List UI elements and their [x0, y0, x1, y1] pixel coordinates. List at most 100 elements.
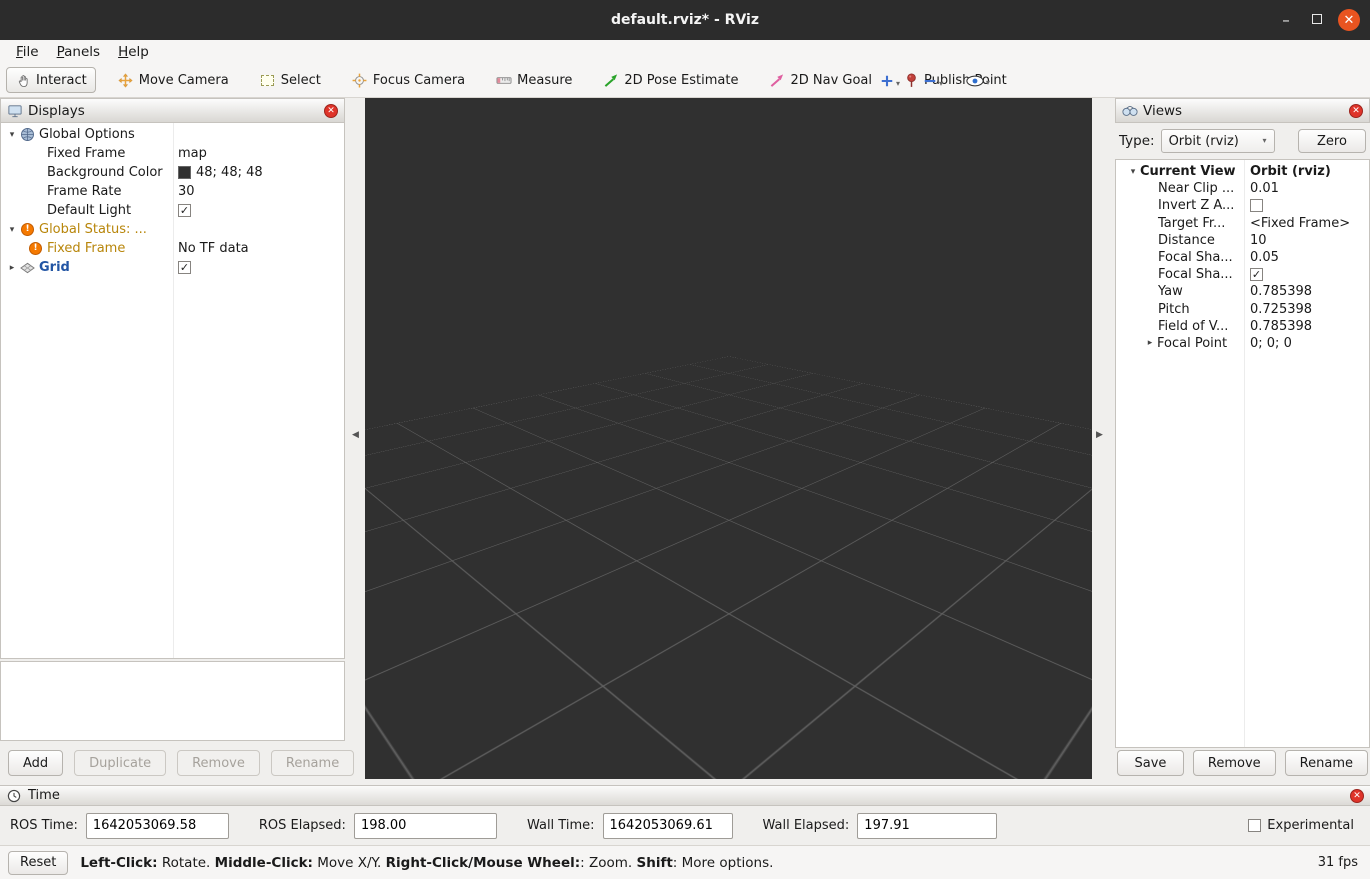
view-row-field-of-view[interactable]: Field of V... 0.785398 — [1116, 318, 1369, 335]
tree-row-grid[interactable]: ▸ Grid ✓ — [1, 258, 344, 277]
description-box — [0, 661, 345, 741]
remove-view-button[interactable]: Remove — [1193, 750, 1276, 776]
color-swatch[interactable] — [178, 166, 191, 179]
view-row-target-frame[interactable]: Target Fr... <Fixed Frame> — [1116, 215, 1369, 232]
status-bar: Reset Left-Click: Rotate. Middle-Click: … — [0, 845, 1370, 879]
tree-row-frame-rate[interactable]: Frame Rate 30 — [1, 182, 344, 201]
expander-open-icon[interactable]: ▾ — [1126, 167, 1140, 177]
tool-interact[interactable]: Interact — [6, 67, 96, 93]
view-row-current-view[interactable]: ▾Current View Orbit (rviz) — [1116, 163, 1369, 180]
nav-goal-arrow-icon — [769, 72, 785, 88]
view-label: Current View — [1140, 164, 1236, 179]
tree-row-status-fixed-frame[interactable]: ! Fixed Frame No TF data — [1, 239, 344, 258]
checkbox-checked[interactable]: ✓ — [1250, 268, 1263, 281]
splitter-collapse-left-icon[interactable]: ◀ — [352, 430, 359, 440]
displays-icon — [7, 103, 23, 119]
maximize-icon[interactable] — [1312, 13, 1322, 28]
render-view-3d[interactable] — [365, 98, 1092, 779]
checkbox-unchecked[interactable] — [1248, 819, 1261, 832]
checkbox-checked[interactable]: ✓ — [178, 204, 191, 217]
menu-help[interactable]: Help — [110, 42, 159, 62]
ros-elapsed-field: ROS Elapsed: — [259, 813, 497, 839]
close-icon[interactable]: ✕ — [1338, 9, 1360, 31]
property-value[interactable]: 48; 48; 48 — [196, 165, 263, 180]
splitter-collapse-right-icon[interactable]: ▶ — [1096, 430, 1103, 440]
tool-2d-nav-goal[interactable]: 2D Nav Goal — [760, 67, 881, 93]
view-row-focal-shape-size[interactable]: Focal Sha... 0.05 — [1116, 249, 1369, 266]
clock-icon — [6, 788, 22, 804]
tree-label: Global Status: ... — [39, 222, 147, 237]
tool-visibility-button[interactable]: ▾ — [962, 72, 994, 90]
global-options-icon — [19, 127, 36, 143]
tool-select[interactable]: Select — [251, 67, 330, 93]
experimental-toggle[interactable]: Experimental — [1248, 818, 1354, 833]
tree-row-global-options[interactable]: ▾ Global Options — [1, 125, 344, 144]
ros-elapsed-input[interactable] — [354, 813, 497, 839]
view-value[interactable]: <Fixed Frame> — [1250, 216, 1350, 231]
view-row-yaw[interactable]: Yaw 0.785398 — [1116, 283, 1369, 300]
view-value[interactable]: 0.785398 — [1250, 319, 1312, 334]
expander-closed-icon[interactable]: ▸ — [5, 263, 19, 273]
fps-counter: 31 fps — [1318, 855, 1362, 870]
view-label: Focal Sha... — [1158, 250, 1233, 265]
tree-row-fixed-frame[interactable]: Fixed Frame map — [1, 144, 344, 163]
view-value[interactable]: 0.785398 — [1250, 284, 1312, 299]
minimize-icon[interactable]: – — [1276, 11, 1296, 29]
wall-elapsed-input[interactable] — [857, 813, 997, 839]
view-row-near-clip[interactable]: Near Clip ... 0.01 — [1116, 180, 1369, 197]
time-close-icon[interactable]: ✕ — [1350, 789, 1364, 803]
tool-2d-pose-estimate-label: 2D Pose Estimate — [624, 73, 738, 88]
menu-file[interactable]: File — [8, 42, 49, 62]
view-row-focal-shape-fixed[interactable]: Focal Sha... ✓ — [1116, 266, 1369, 283]
view-value[interactable]: 0.01 — [1250, 181, 1279, 196]
ros-time-input[interactable] — [86, 813, 229, 839]
tree-row-background-color[interactable]: Background Color 48; 48; 48 — [1, 163, 344, 182]
view-row-distance[interactable]: Distance 10 — [1116, 232, 1369, 249]
property-value[interactable]: map — [178, 146, 207, 161]
experimental-label: Experimental — [1267, 818, 1354, 833]
view-value[interactable]: 0; 0; 0 — [1250, 336, 1292, 351]
remove-tool-button[interactable]: ▾ — [919, 71, 947, 91]
wall-elapsed-field: Wall Elapsed: — [763, 813, 998, 839]
window-title: default.rviz* - RViz — [0, 0, 1370, 40]
save-button[interactable]: Save — [1117, 750, 1184, 776]
displays-close-icon[interactable]: ✕ — [324, 104, 338, 118]
tree-label: Global Options — [39, 127, 135, 142]
view-value[interactable]: 0.05 — [1250, 250, 1279, 265]
property-value[interactable]: 30 — [178, 184, 195, 199]
view-label: Distance — [1158, 233, 1215, 248]
view-row-focal-point[interactable]: ▸Focal Point 0; 0; 0 — [1116, 335, 1369, 352]
tool-move-camera[interactable]: Move Camera — [109, 67, 238, 93]
views-close-icon[interactable]: ✕ — [1349, 104, 1363, 118]
view-type-dropdown[interactable]: Orbit (rviz) ▾ — [1161, 129, 1275, 153]
add-button[interactable]: Add — [8, 750, 63, 776]
tree-row-global-status[interactable]: ▾ ! Global Status: ... — [1, 220, 344, 239]
view-row-pitch[interactable]: Pitch 0.725398 — [1116, 301, 1369, 318]
expander-closed-icon[interactable]: ▸ — [1143, 338, 1157, 348]
view-value[interactable]: 0.725398 — [1250, 302, 1312, 317]
rename-view-button[interactable]: Rename — [1285, 750, 1368, 776]
tree-row-default-light[interactable]: Default Light ✓ — [1, 201, 344, 220]
views-panel-header: Views ✕ — [1115, 98, 1370, 123]
displays-panel-title: Displays — [28, 103, 85, 119]
reset-button[interactable]: Reset — [8, 851, 68, 875]
tool-2d-pose-estimate[interactable]: 2D Pose Estimate — [594, 67, 747, 93]
tool-focus-camera[interactable]: Focus Camera — [343, 67, 474, 93]
tool-measure[interactable]: Measure — [487, 67, 581, 93]
checkbox-checked[interactable]: ✓ — [178, 261, 191, 274]
rename-button[interactable]: Rename — [271, 750, 354, 776]
checkbox-unchecked[interactable] — [1250, 199, 1263, 212]
tree-label: Background Color — [47, 165, 163, 180]
duplicate-button[interactable]: Duplicate — [74, 750, 166, 776]
warning-icon: ! — [19, 222, 36, 238]
view-value[interactable]: 10 — [1250, 233, 1267, 248]
wall-time-input[interactable] — [603, 813, 733, 839]
add-tool-button[interactable]: ▾ — [876, 71, 904, 91]
expander-open-icon[interactable]: ▾ — [5, 225, 19, 235]
expander-open-icon[interactable]: ▾ — [5, 130, 19, 140]
zero-button[interactable]: Zero — [1298, 129, 1366, 153]
tree-label: Frame Rate — [47, 184, 121, 199]
remove-button[interactable]: Remove — [177, 750, 260, 776]
view-row-invert-z[interactable]: Invert Z A... — [1116, 197, 1369, 214]
menu-panels[interactable]: Panels — [49, 42, 110, 62]
